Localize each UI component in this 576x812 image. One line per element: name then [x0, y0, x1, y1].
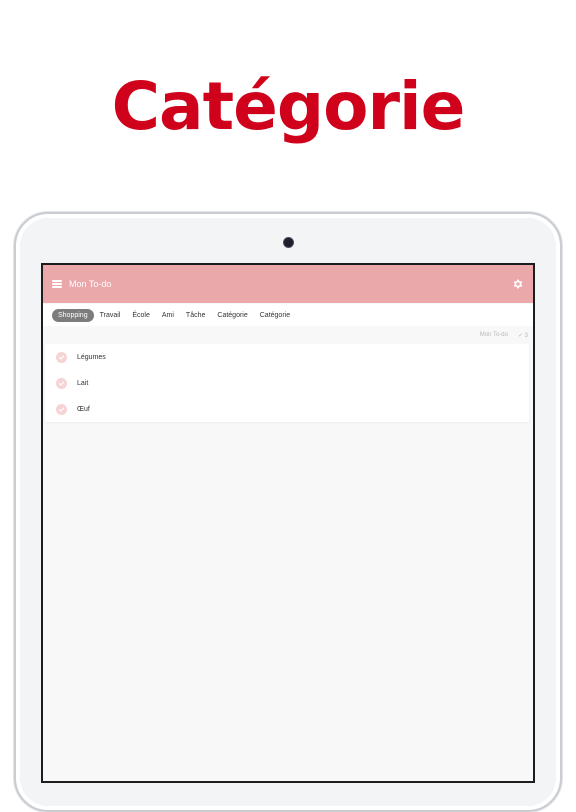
list-item[interactable]: Lait	[45, 370, 529, 396]
promo-title: Catégorie	[111, 68, 466, 145]
check-icon[interactable]	[56, 403, 67, 415]
tab-categorie-2[interactable]: Catégorie	[254, 309, 296, 322]
top-app-bar: Mon To-do	[43, 265, 533, 303]
hamburger-menu-icon[interactable]	[52, 280, 62, 288]
list-item-label: Lait	[77, 379, 89, 387]
list-item-label: Œuf	[77, 405, 90, 413]
tab-shopping[interactable]: Shopping	[52, 308, 94, 322]
check-icon[interactable]	[56, 351, 67, 363]
app-screen: Mon To-do Shopping Travail École Ami Tâc…	[41, 263, 535, 783]
category-tabs: Shopping Travail École Ami Tâche Catégor…	[43, 304, 533, 326]
tab-ami[interactable]: Ami	[156, 309, 180, 322]
list-item[interactable]: Œuf	[45, 396, 529, 422]
camera-icon	[284, 238, 293, 247]
settings-gear-icon[interactable]	[512, 278, 524, 290]
list-item[interactable]: Légumes	[45, 344, 529, 370]
done-count: ✓ 3	[517, 332, 528, 339]
tab-travail[interactable]: Travail	[94, 309, 127, 322]
app-title: Mon To-do	[69, 279, 112, 289]
todo-list: Légumes Lait Œuf	[45, 344, 529, 422]
check-icon[interactable]	[56, 377, 67, 389]
tab-ecole[interactable]: École	[126, 309, 156, 322]
tab-tache[interactable]: Tâche	[180, 309, 211, 322]
list-item-label: Légumes	[77, 353, 106, 361]
tab-categorie-1[interactable]: Catégorie	[211, 309, 253, 322]
list-name: Mon To-do	[479, 332, 508, 338]
list-meta: Mon To-do ✓ 3	[43, 326, 533, 344]
